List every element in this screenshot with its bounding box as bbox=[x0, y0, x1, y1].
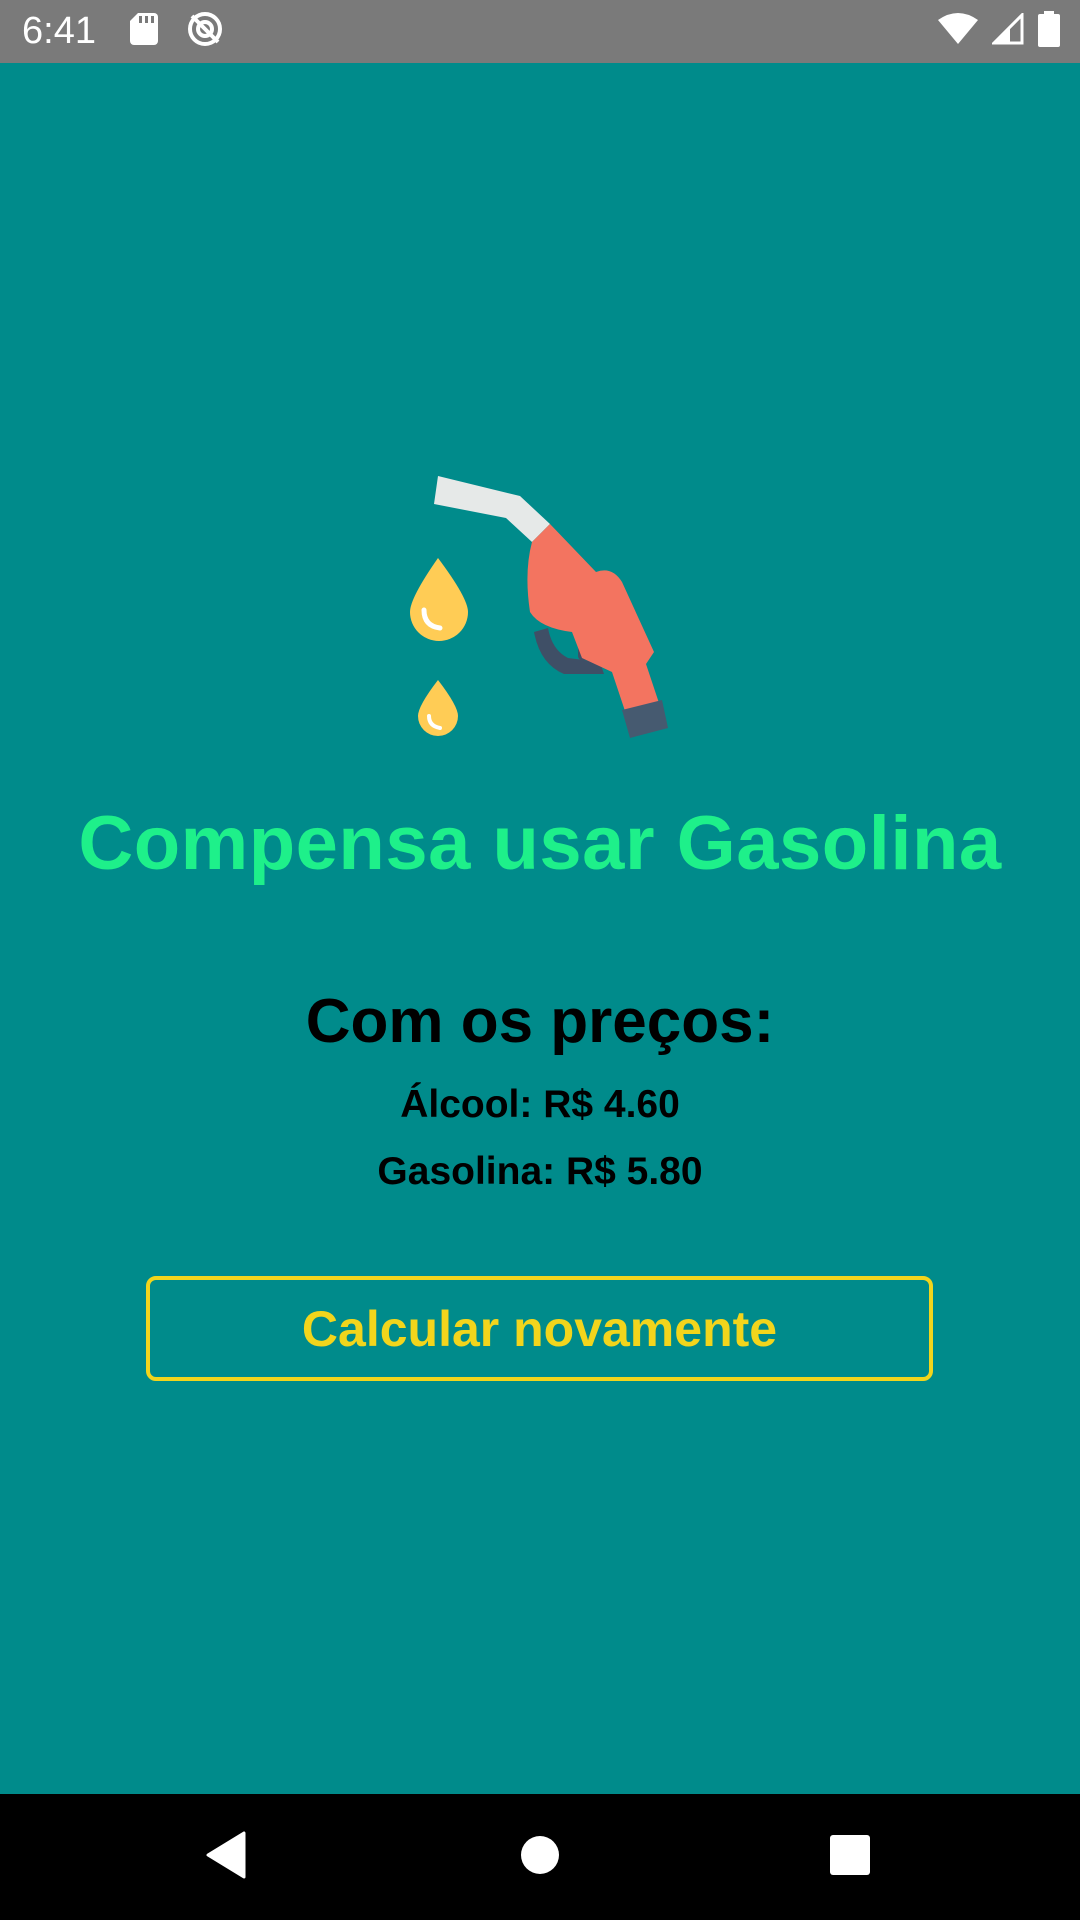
fuel-pump-nozzle-icon bbox=[400, 462, 680, 742]
result-title: Compensa usar Gasolina bbox=[78, 801, 1002, 886]
price-gasolina: Gasolina: R$ 5.80 bbox=[377, 1150, 703, 1193]
sd-card-icon bbox=[129, 13, 158, 50]
home-button[interactable] bbox=[460, 1794, 620, 1920]
sync-disabled-icon bbox=[186, 10, 224, 53]
recalculate-button[interactable]: Calcular novamente bbox=[146, 1276, 933, 1381]
wifi-icon bbox=[938, 13, 978, 50]
recents-icon bbox=[830, 1834, 870, 1880]
back-icon bbox=[204, 1831, 248, 1884]
battery-icon bbox=[1038, 11, 1060, 52]
back-button[interactable] bbox=[146, 1794, 306, 1920]
result-screen bbox=[0, 63, 1080, 1794]
navigation-bar bbox=[0, 1794, 1080, 1920]
status-bar: 6:41 bbox=[0, 0, 1080, 63]
price-alcool: Álcool: R$ 4.60 bbox=[400, 1083, 680, 1126]
home-icon bbox=[520, 1835, 560, 1880]
prices-heading: Com os preços: bbox=[305, 987, 775, 1056]
status-time: 6:41 bbox=[22, 10, 96, 52]
recents-button[interactable] bbox=[770, 1794, 930, 1920]
cell-signal-icon bbox=[990, 11, 1024, 50]
